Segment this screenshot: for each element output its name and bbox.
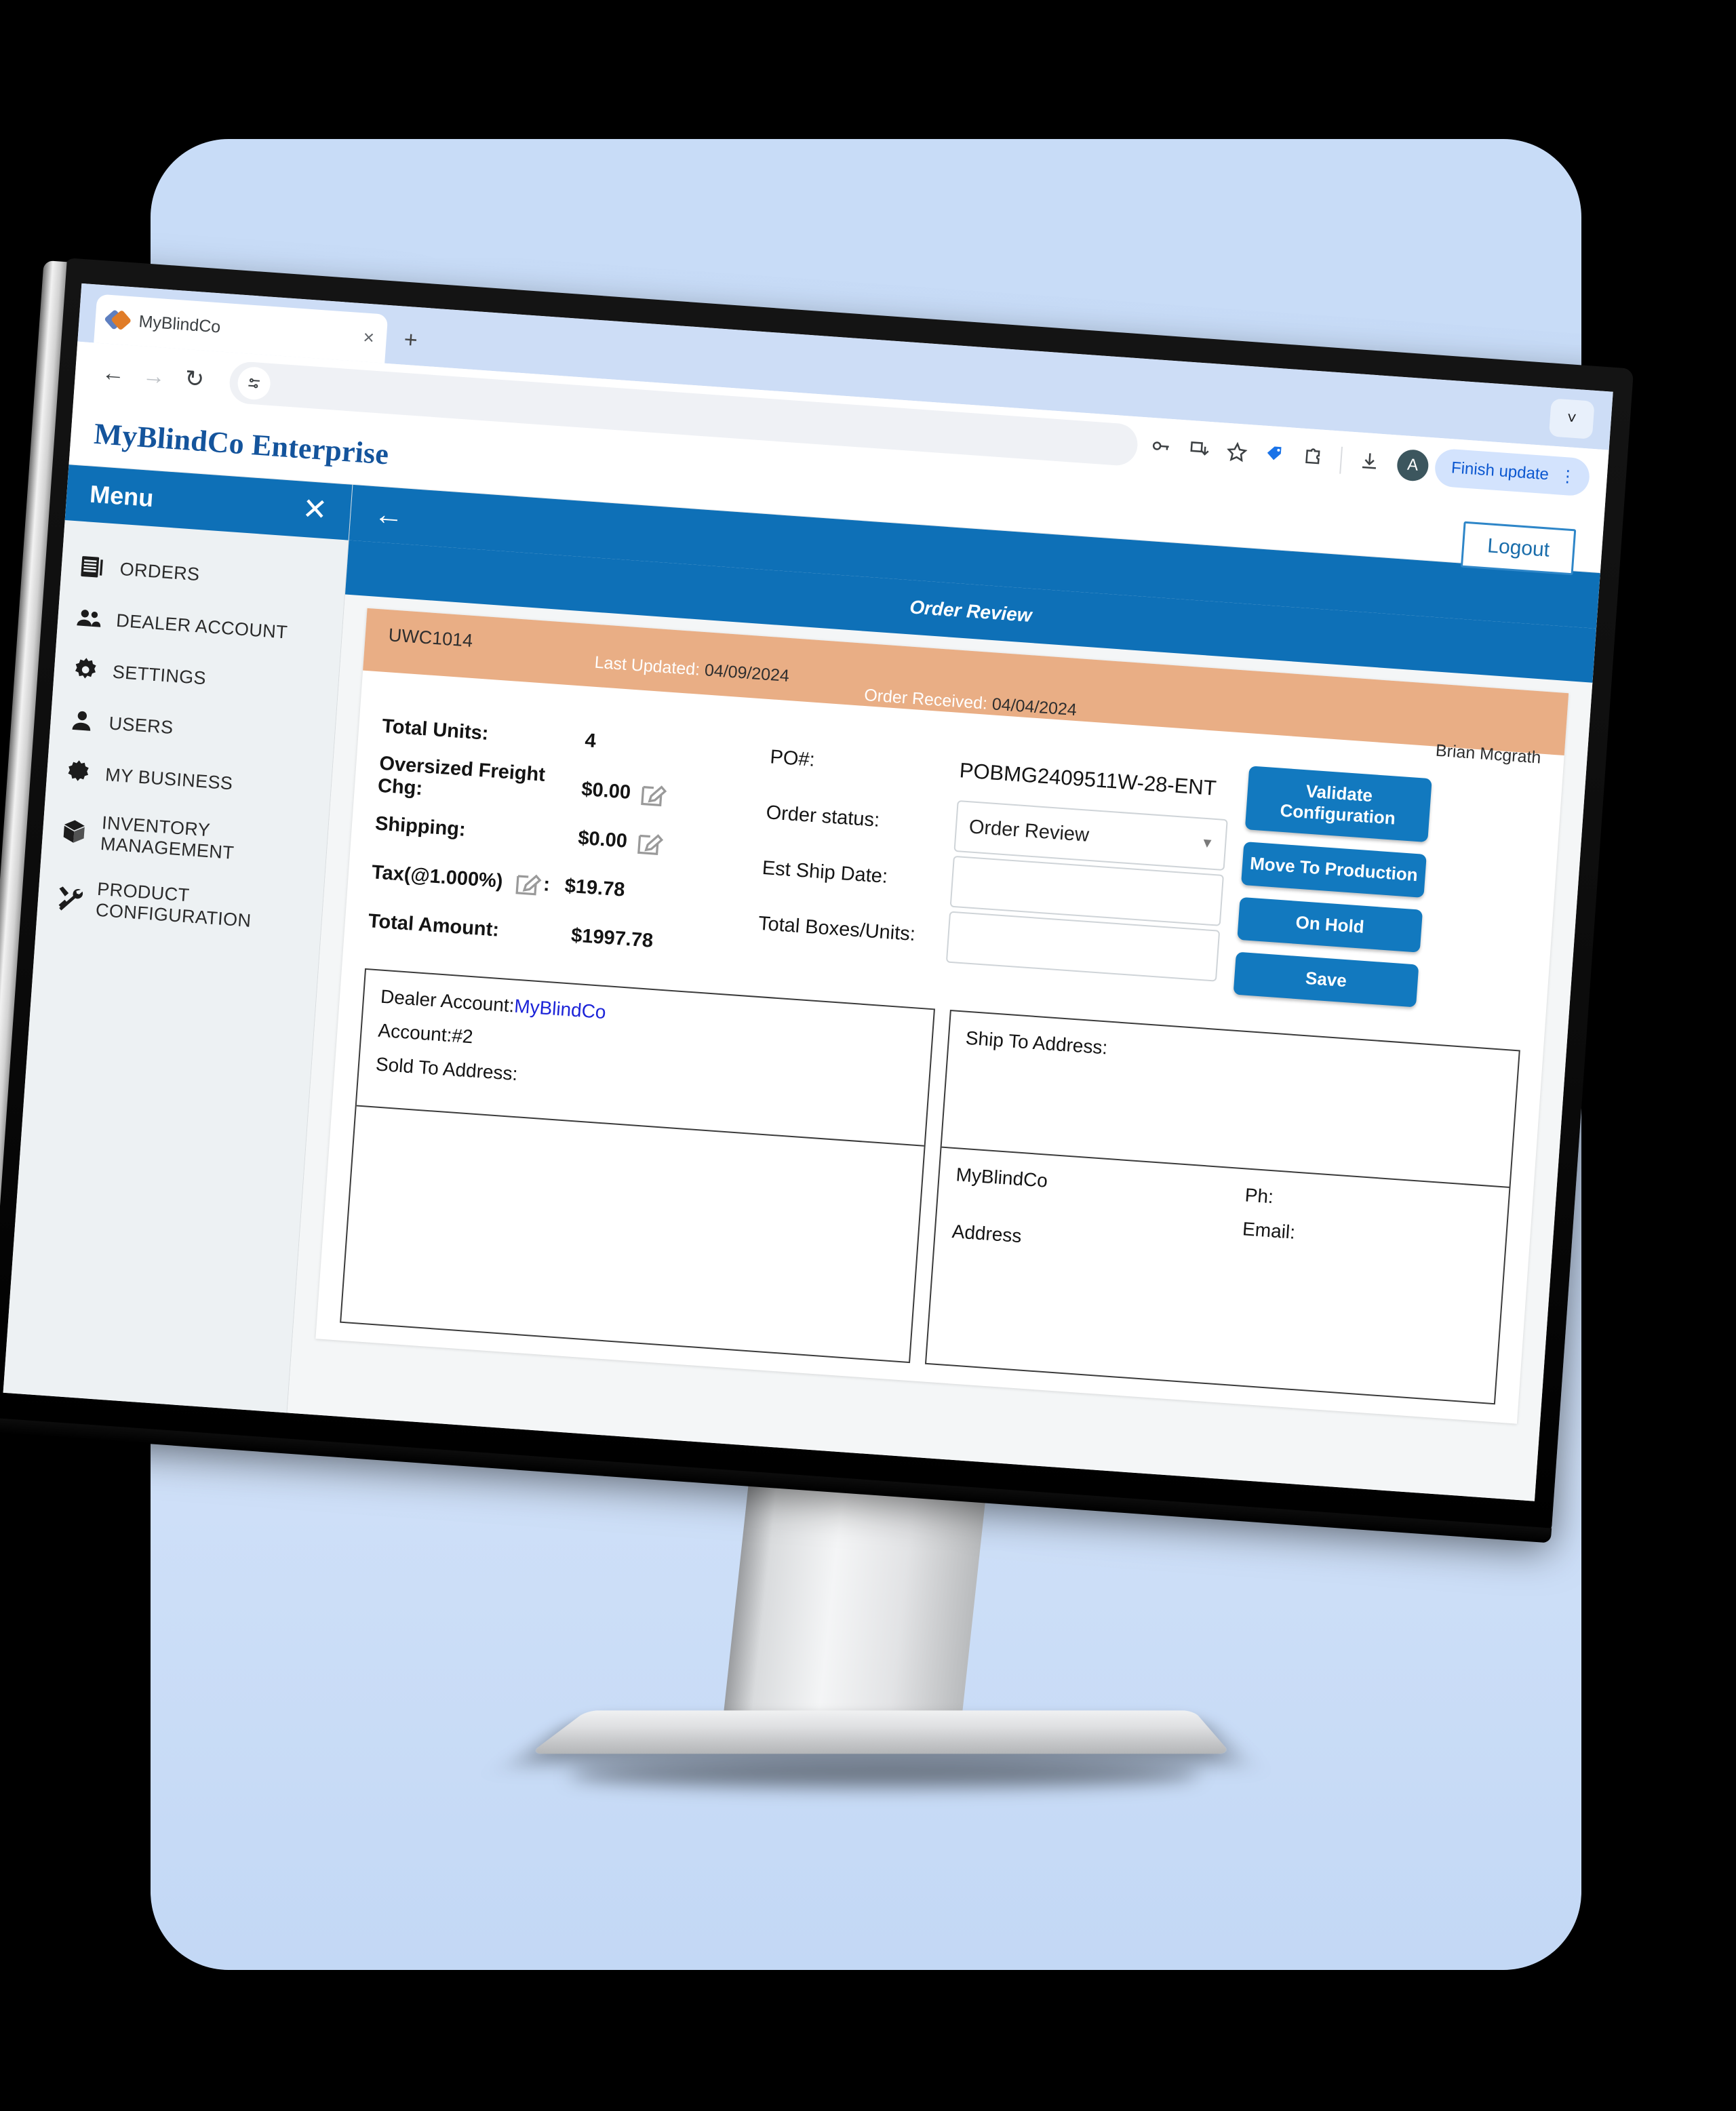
close-icon[interactable]: × xyxy=(362,326,375,348)
validate-configuration-button[interactable]: Validate Configuration xyxy=(1244,766,1432,843)
myblindco-favicon xyxy=(104,308,132,332)
last-updated-value: 04/09/2024 xyxy=(704,660,790,686)
total-amount-label: Total Amount: xyxy=(367,909,500,941)
action-buttons: Validate Configuration Move To Productio… xyxy=(1232,763,1453,1021)
person-icon xyxy=(72,711,91,731)
orders-icon xyxy=(81,556,103,578)
summary-column: Total Units: 4 Oversized Freight Chg: $0… xyxy=(366,702,762,972)
tax-suffix: : xyxy=(542,873,551,896)
sidebar-title: Menu xyxy=(89,479,155,513)
box-icon xyxy=(63,820,85,843)
browser-action-icons: A xyxy=(1150,431,1429,482)
tune-icon[interactable] xyxy=(236,366,272,401)
ship-to-box: Ship To Address: MyBlindCo Address Ph: E… xyxy=(924,1010,1520,1405)
back-arrow-icon[interactable]: ← xyxy=(350,497,428,533)
tag-icon[interactable] xyxy=(1264,443,1286,468)
finish-update-label: Finish update xyxy=(1451,458,1550,484)
sidebar-item-label: PRODUCT CONFIGURATION xyxy=(95,878,252,931)
ship-to-address: Address xyxy=(951,1221,1023,1247)
ship-to-address-body: MyBlindCo Address Ph: Email: xyxy=(926,1146,1510,1404)
finish-update-button[interactable]: Finish update ⋮ xyxy=(1434,448,1591,497)
chevron-down-icon[interactable]: ˅ xyxy=(1548,398,1595,439)
total-boxes-label: Total Boxes/Units: xyxy=(757,912,916,945)
gear-icon xyxy=(75,658,96,679)
ship-to-address-label: Ship To Address: xyxy=(964,1027,1109,1059)
shipping-label: Shipping: xyxy=(374,812,467,841)
freight-value: $0.00 xyxy=(580,778,632,804)
sold-to-address-body xyxy=(341,1105,924,1362)
sidebar-item-label: INVENTORY MANAGEMENT xyxy=(100,812,235,863)
ship-to-columns: MyBlindCo Address Ph: Email: xyxy=(950,1164,1491,1293)
tools-icon xyxy=(58,886,83,911)
last-updated-label: Last Updated: xyxy=(593,652,701,679)
shipping-value: $0.00 xyxy=(577,827,629,852)
close-icon[interactable]: ✕ xyxy=(301,492,328,527)
order-fields-column: PO#: POBMG2409511W-28-ENT Order status: … xyxy=(745,728,1250,1006)
monitor-stand-foot xyxy=(529,1710,1231,1754)
po-label: PO#: xyxy=(769,745,816,771)
order-status-label: Order status: xyxy=(765,801,881,831)
stand-shadow xyxy=(568,1760,1202,1788)
logout-button[interactable]: Logout xyxy=(1461,521,1577,576)
dealer-account-label: Dealer Account: xyxy=(380,985,515,1017)
ship-to-company: MyBlindCo xyxy=(955,1164,1048,1191)
install-icon[interactable] xyxy=(1188,437,1210,462)
save-button[interactable]: Save xyxy=(1233,951,1419,1008)
app-title: MyBlindCo Enterprise xyxy=(93,416,390,471)
star-icon[interactable] xyxy=(1226,440,1248,465)
sidebar-item-label: SETTINGS xyxy=(112,661,208,688)
order-received-value: 04/04/2024 xyxy=(991,694,1078,720)
total-units-value: 4 xyxy=(584,729,597,752)
order-id: UWC1014 xyxy=(387,625,474,651)
forward-icon[interactable]: → xyxy=(132,355,176,398)
app-body: Menu ✕ ORDERS DEALER ACCOUNT SETTINGS US… xyxy=(3,465,1600,1501)
chevron-down-icon[interactable]: ▼ xyxy=(1200,835,1215,852)
scene: MyBlindCo × + ˅ ← → ↻ A Finish update ⋮ … xyxy=(0,0,1736,2111)
cog-outline-icon xyxy=(68,760,89,781)
back-icon[interactable]: ← xyxy=(92,351,135,395)
sidebar-item-label: ORDERS xyxy=(119,558,201,585)
sidebar-item-label: MY BUSINESS xyxy=(104,764,234,793)
reload-icon[interactable]: ↻ xyxy=(173,357,216,401)
ship-to-phone-label: Ph: xyxy=(1244,1184,1274,1208)
people-icon xyxy=(77,610,101,627)
sidebar-item-label: DEALER ACCOUNT xyxy=(115,610,289,643)
edit-pencil-icon[interactable] xyxy=(633,827,666,860)
tax-label: Tax(@1.000%) xyxy=(371,861,504,892)
toolbar-divider xyxy=(1339,446,1343,474)
order-status-value: Order Review xyxy=(968,815,1090,846)
sidebar-menu-list: ORDERS DEALER ACCOUNT SETTINGS USERS MY … xyxy=(36,520,349,949)
logout-wrap: Logout xyxy=(1461,521,1577,576)
new-tab-button[interactable]: + xyxy=(403,327,418,353)
kebab-menu-icon[interactable]: ⋮ xyxy=(1559,466,1577,487)
download-icon[interactable] xyxy=(1358,450,1380,475)
key-icon[interactable] xyxy=(1150,435,1172,460)
on-hold-button[interactable]: On Hold xyxy=(1237,896,1423,953)
est-ship-date-label: Est Ship Date: xyxy=(761,856,889,888)
sidebar-item-label: USERS xyxy=(108,712,174,738)
last-updated: Last Updated: 04/09/2024 xyxy=(594,653,790,686)
screen: MyBlindCo × + ˅ ← → ↻ A Finish update ⋮ … xyxy=(3,283,1613,1501)
move-to-production-button[interactable]: Move To Production xyxy=(1241,842,1427,898)
sold-to-box: Dealer Account:MyBlindCo Account:#2 Sold… xyxy=(340,968,935,1364)
ship-to-email-label: Email: xyxy=(1242,1218,1297,1243)
po-value: POBMG2409511W-28-ENT xyxy=(958,758,1217,800)
puzzle-icon[interactable] xyxy=(1301,446,1323,471)
ship-to-company-col: MyBlindCo Address xyxy=(950,1164,1246,1275)
monitor: MyBlindCo × + ˅ ← → ↻ A Finish update ⋮ … xyxy=(0,258,1634,1543)
order-review-card: UWC1014 Last Updated: 04/09/2024 Order R… xyxy=(315,608,1569,1424)
total-amount-value: $1997.78 xyxy=(570,924,654,952)
tab-title: MyBlindCo xyxy=(138,311,222,336)
tax-value: $19.78 xyxy=(564,874,626,901)
edit-pencil-icon[interactable] xyxy=(511,867,545,900)
dealer-account-value[interactable]: MyBlindCo xyxy=(513,995,606,1023)
avatar[interactable]: A xyxy=(1396,448,1429,482)
main-pane: ← Logout Order Review UWC1014 Last Updat… xyxy=(287,484,1600,1501)
total-units-label: Total Units: xyxy=(381,715,490,745)
ship-to-contact-col: Ph: Email: xyxy=(1240,1184,1492,1292)
edit-pencil-icon[interactable] xyxy=(636,778,669,811)
